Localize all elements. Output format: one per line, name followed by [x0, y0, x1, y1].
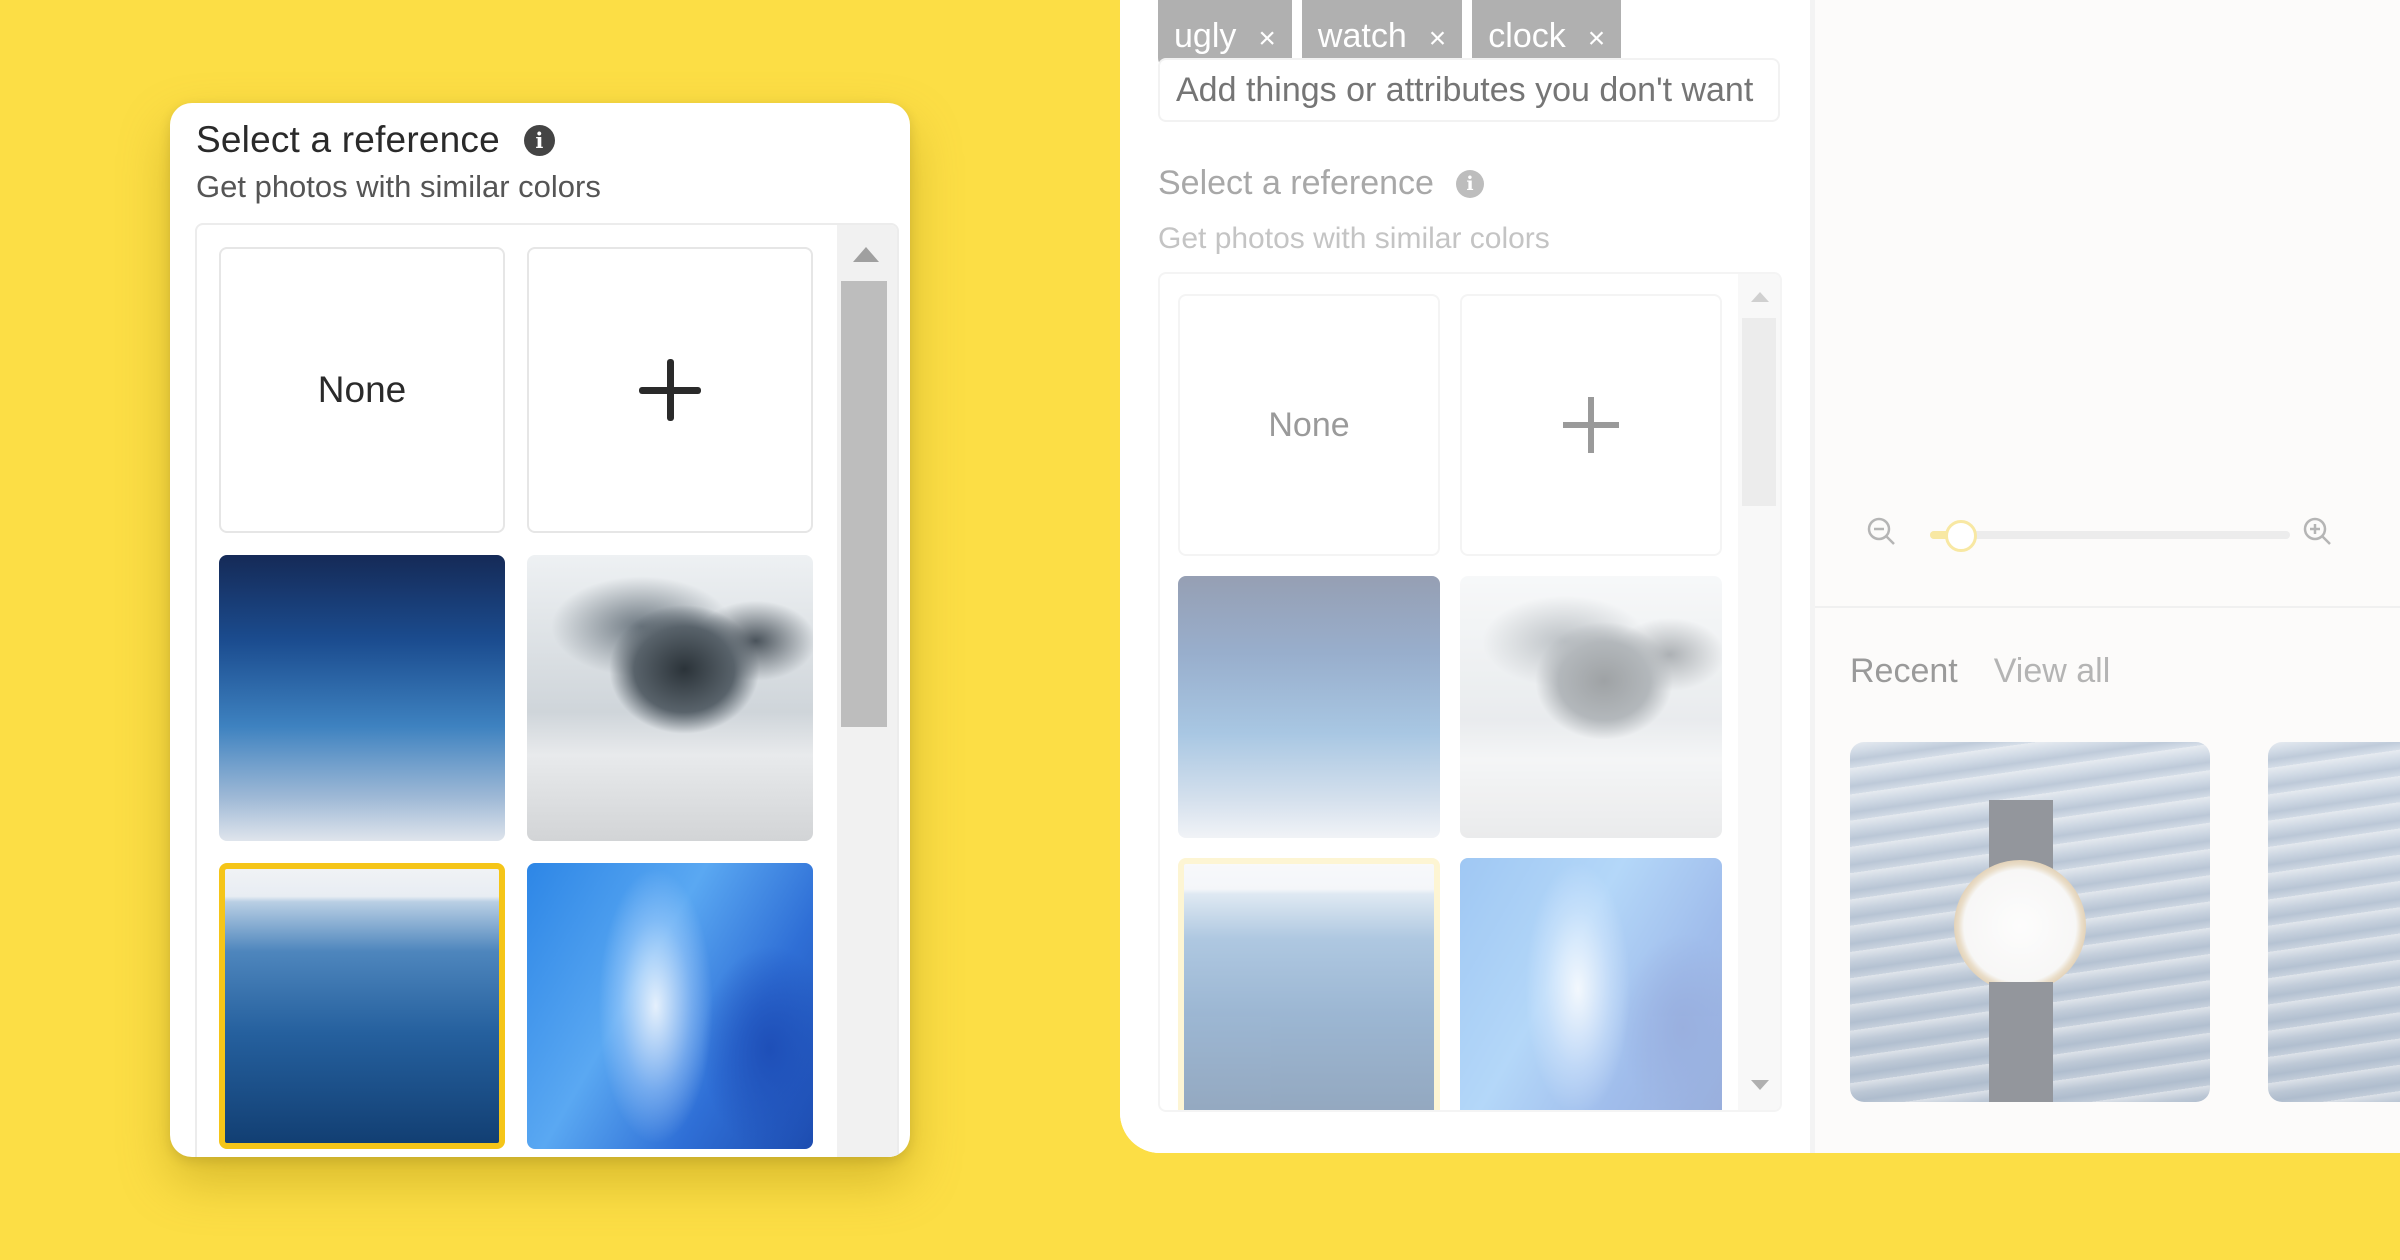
- none-label: None: [1268, 405, 1350, 444]
- plus-icon: [1563, 397, 1619, 453]
- reference-image-wave[interactable]: [527, 863, 813, 1149]
- close-icon[interactable]: ×: [1588, 22, 1606, 56]
- reference-subtitle: Get photos with similar colors: [1158, 222, 1550, 255]
- tag-label: watch: [1317, 17, 1407, 55]
- plus-icon: [639, 359, 701, 421]
- recent-image-2[interactable]: [2268, 742, 2400, 1102]
- tab-recent[interactable]: Recent: [1850, 652, 1958, 691]
- reference-card: Select a reference i Get photos with sim…: [170, 103, 910, 1157]
- none-tile[interactable]: None: [1178, 294, 1440, 556]
- reference-image-ocean[interactable]: [1178, 858, 1440, 1110]
- reference-image-rock[interactable]: [1460, 576, 1722, 838]
- add-reference-tile[interactable]: [1460, 294, 1722, 556]
- scroll-thumb[interactable]: [841, 281, 887, 727]
- tag-label: ugly: [1174, 17, 1237, 55]
- info-icon[interactable]: i: [1455, 169, 1484, 198]
- none-label: None: [317, 369, 407, 410]
- scroll-thumb[interactable]: [1742, 318, 1776, 506]
- card-subtitle: Get photos with similar colors: [196, 169, 601, 204]
- zoom-in-icon[interactable]: [2302, 516, 2332, 546]
- scrollbar[interactable]: [837, 225, 897, 1157]
- reference-title: Select a reference: [1158, 164, 1434, 202]
- section-divider: [1815, 606, 2400, 608]
- recent-image-watch[interactable]: [1850, 742, 2210, 1102]
- reference-grid: None: [1158, 272, 1782, 1112]
- tag-label: clock: [1488, 17, 1566, 55]
- reference-image-rock[interactable]: [527, 555, 813, 841]
- reference-image-wave[interactable]: [1460, 858, 1722, 1110]
- scroll-up-arrow-icon[interactable]: [1751, 292, 1769, 302]
- exclude-attributes-input[interactable]: [1158, 58, 1780, 122]
- scrollbar[interactable]: [1738, 274, 1780, 1110]
- column-divider: [1810, 0, 1815, 1153]
- reference-grid: None: [195, 223, 899, 1157]
- card-title: Select a reference: [196, 119, 500, 160]
- tab-view-all[interactable]: View all: [1994, 652, 2111, 691]
- reference-image-sky[interactable]: [219, 555, 505, 841]
- reference-image-sky[interactable]: [1178, 576, 1440, 838]
- info-icon[interactable]: i: [523, 124, 555, 156]
- add-reference-tile[interactable]: [527, 247, 813, 533]
- scroll-up-arrow-icon[interactable]: [853, 247, 879, 262]
- reference-image-ocean[interactable]: [219, 863, 505, 1149]
- zoom-slider-thumb[interactable]: [1944, 520, 1977, 552]
- none-tile[interactable]: None: [219, 247, 505, 533]
- scroll-down-arrow-icon[interactable]: [1751, 1080, 1769, 1090]
- zoom-control: [1866, 510, 2386, 570]
- reference-heading: Select a reference i: [1158, 164, 1484, 203]
- zoom-out-icon[interactable]: [1866, 516, 1896, 546]
- card-heading: Select a reference i: [196, 111, 555, 169]
- recent-tabs: Recent View all: [1850, 652, 2110, 691]
- close-icon[interactable]: ×: [1429, 22, 1447, 56]
- close-icon[interactable]: ×: [1258, 22, 1276, 56]
- zoom-slider[interactable]: [1930, 520, 2290, 552]
- watch-strap-bottom: [1989, 982, 2053, 1102]
- background-search-panel: ugly × watch × clock × Select a referenc…: [1120, 0, 2400, 1153]
- watch-face: [1954, 860, 2086, 992]
